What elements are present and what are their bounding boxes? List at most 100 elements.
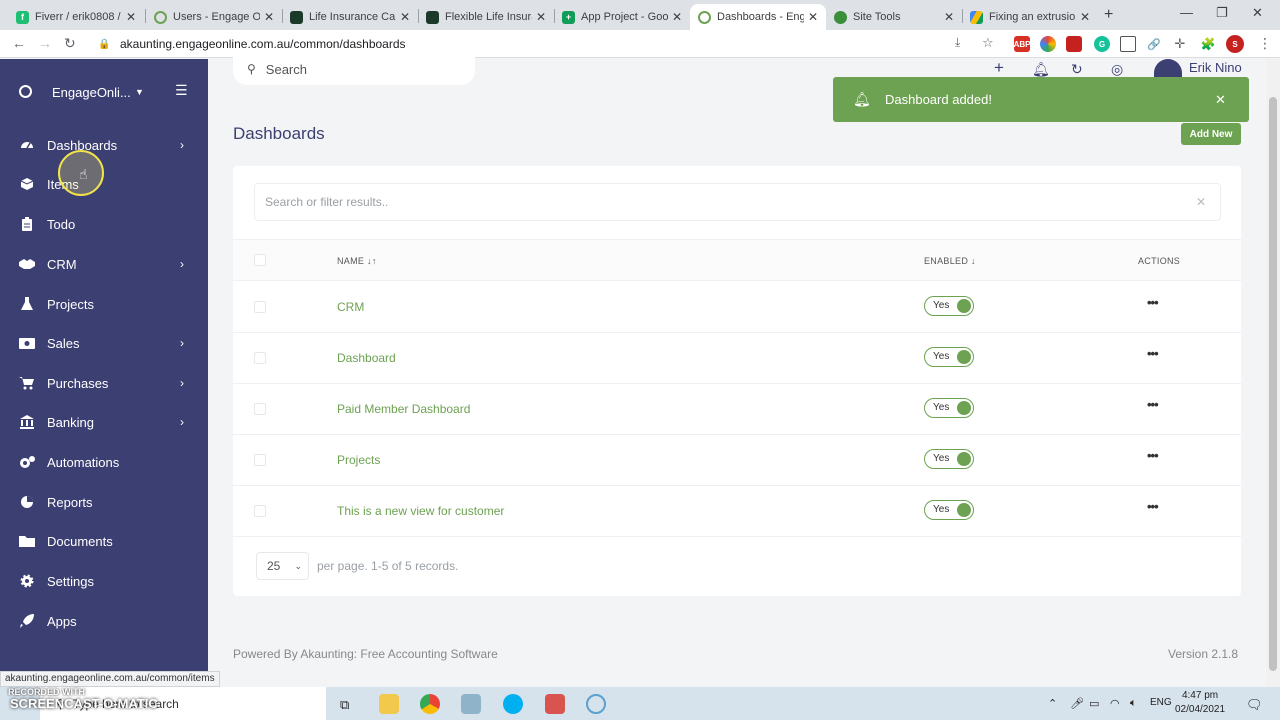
- browser-tab[interactable]: Users - Engage On ✕: [146, 4, 282, 30]
- sidebar-item-items[interactable]: Items: [0, 170, 208, 198]
- link-icon[interactable]: 🔗: [1146, 36, 1162, 52]
- help-lifebuoy-icon[interactable]: ◎: [1111, 61, 1123, 78]
- per-page-select[interactable]: 25 ⌄: [256, 552, 309, 580]
- sidebar-item-purchases[interactable]: Purchases ›: [0, 369, 208, 397]
- battery-icon[interactable]: ▭: [1089, 697, 1099, 710]
- browser-tab[interactable]: Life Insurance Calc ✕: [282, 4, 418, 30]
- user-name[interactable]: Erik Nino: [1189, 60, 1242, 75]
- install-icon[interactable]: ⤓: [955, 35, 960, 50]
- header-search-input[interactable]: ⚲ Search: [233, 53, 475, 85]
- row-checkbox[interactable]: [254, 454, 266, 466]
- row-checkbox[interactable]: [254, 403, 266, 415]
- close-icon[interactable]: ✕: [808, 10, 818, 24]
- enabled-toggle[interactable]: Yes: [924, 347, 974, 367]
- extension-icon[interactable]: [1066, 36, 1082, 52]
- sidebar-item-crm[interactable]: CRM ›: [0, 250, 208, 278]
- close-icon[interactable]: ✕: [536, 10, 546, 24]
- grammarly-icon[interactable]: G: [1094, 36, 1110, 52]
- color-picker-icon[interactable]: [1040, 36, 1056, 52]
- maximize-icon[interactable]: ❐: [1216, 5, 1228, 21]
- enabled-toggle[interactable]: Yes: [924, 449, 974, 469]
- close-icon[interactable]: ✕: [400, 10, 410, 24]
- company-switcher[interactable]: EngageOnli... ▼ ☰: [0, 81, 208, 105]
- add-new-button[interactable]: Add New: [1181, 123, 1241, 145]
- dashboard-name-link[interactable]: CRM: [337, 300, 364, 314]
- sidebar-item-settings[interactable]: Settings: [0, 567, 208, 595]
- window-close-icon[interactable]: ✕: [1252, 5, 1263, 21]
- enabled-toggle[interactable]: Yes: [924, 398, 974, 418]
- skype-icon[interactable]: [503, 694, 523, 714]
- browser-tab[interactable]: Site Tools ✕: [826, 4, 962, 30]
- chevron-up-icon[interactable]: ⌃: [1048, 697, 1057, 710]
- dashboard-name-link[interactable]: Dashboard: [337, 351, 396, 365]
- row-checkbox[interactable]: [254, 505, 266, 517]
- search-filter-input[interactable]: Search or filter results.. ✕: [254, 183, 1221, 221]
- dashboard-name-link[interactable]: Projects: [337, 453, 380, 467]
- recorder-icon[interactable]: [586, 694, 606, 714]
- plus-icon[interactable]: +: [994, 58, 1004, 78]
- row-checkbox[interactable]: [254, 352, 266, 364]
- move-icon[interactable]: ✛: [1172, 36, 1188, 52]
- app-icon[interactable]: [461, 694, 481, 714]
- notification-center-icon[interactable]: 🗨︎: [1246, 697, 1263, 713]
- refresh-icon[interactable]: ↻: [1071, 61, 1083, 78]
- sidebar-item-apps[interactable]: Apps: [0, 607, 208, 635]
- more-actions-icon[interactable]: •••: [1147, 397, 1159, 412]
- new-tab-button[interactable]: +: [1104, 6, 1113, 24]
- avatar[interactable]: [1154, 59, 1182, 77]
- close-icon[interactable]: ✕: [1080, 10, 1090, 24]
- close-icon[interactable]: ✕: [126, 10, 136, 24]
- browser-tab[interactable]: Flexible Life Insura ✕: [418, 4, 554, 30]
- reload-icon[interactable]: ↻: [64, 35, 76, 52]
- volume-icon[interactable]: 🔈︎: [1130, 697, 1137, 710]
- browser-tab[interactable]: Fixing an extrusio ✕: [962, 4, 1098, 30]
- bookmark-star-icon[interactable]: ☆: [982, 35, 994, 51]
- sidebar-item-sales[interactable]: Sales ›: [0, 329, 208, 357]
- more-actions-icon[interactable]: •••: [1147, 448, 1159, 463]
- close-icon[interactable]: ✕: [1215, 92, 1226, 108]
- browser-tab-active[interactable]: Dashboards - Enga ✕: [690, 4, 826, 30]
- minimize-icon[interactable]: —: [1180, 5, 1193, 20]
- select-all-checkbox[interactable]: [254, 254, 266, 266]
- enabled-toggle[interactable]: Yes: [924, 500, 974, 520]
- footer-powered-by[interactable]: Powered By Akaunting: Free Accounting So…: [233, 647, 498, 661]
- sidebar-item-documents[interactable]: Documents: [0, 527, 208, 555]
- close-icon[interactable]: ✕: [944, 10, 954, 24]
- page-scrollbar[interactable]: [1266, 59, 1280, 687]
- sidebar-toggle-icon[interactable]: ☰: [175, 82, 188, 99]
- screenshot-icon[interactable]: [1120, 36, 1136, 52]
- dashboard-name-link[interactable]: Paid Member Dashboard: [337, 402, 470, 416]
- mic-icon[interactable]: 🎤︎: [1070, 697, 1084, 710]
- more-actions-icon[interactable]: •••: [1147, 346, 1159, 361]
- chrome-icon[interactable]: [420, 694, 440, 714]
- language-indicator[interactable]: ENG: [1150, 697, 1172, 708]
- file-explorer-icon[interactable]: [379, 694, 399, 714]
- enabled-toggle[interactable]: Yes: [924, 296, 974, 316]
- row-checkbox[interactable]: [254, 301, 266, 313]
- sidebar-item-automations[interactable]: Automations: [0, 448, 208, 476]
- dashboard-name-link[interactable]: This is a new view for customer: [337, 504, 504, 518]
- column-name-header[interactable]: NAME ↓↑: [337, 256, 377, 266]
- profile-avatar-icon[interactable]: S: [1226, 35, 1244, 53]
- more-actions-icon[interactable]: •••: [1147, 499, 1159, 514]
- menu-kebab-icon[interactable]: ⋮: [1258, 35, 1272, 52]
- close-icon[interactable]: ✕: [672, 10, 682, 24]
- puzzle-icon[interactable]: 🧩: [1200, 36, 1216, 52]
- address-bar[interactable]: 🔒 akaunting.engageonline.com.au/common/d…: [92, 33, 1022, 55]
- adblock-icon[interactable]: ABP: [1014, 36, 1030, 52]
- column-enabled-header[interactable]: ENABLED ↓: [924, 256, 976, 266]
- system-clock[interactable]: 4:47 pm 02/04/2021: [1175, 689, 1225, 717]
- wifi-icon[interactable]: ◠: [1110, 697, 1120, 710]
- close-icon[interactable]: ✕: [264, 10, 274, 24]
- sidebar-item-todo[interactable]: Todo: [0, 210, 208, 238]
- back-icon[interactable]: ←: [12, 35, 26, 51]
- snip-tool-icon[interactable]: [545, 694, 565, 714]
- sidebar-item-reports[interactable]: Reports: [0, 488, 208, 516]
- task-view-icon[interactable]: ⧉: [340, 697, 349, 713]
- forward-icon[interactable]: →: [38, 35, 52, 51]
- bell-icon[interactable]: 🔔︎: [1032, 61, 1050, 78]
- clear-icon[interactable]: ✕: [1196, 195, 1206, 209]
- sidebar-item-dashboards[interactable]: Dashboards ›: [0, 131, 208, 159]
- sidebar-item-projects[interactable]: Projects: [0, 290, 208, 318]
- browser-tab[interactable]: f Fiverr / erik0808 / S ✕: [8, 4, 144, 30]
